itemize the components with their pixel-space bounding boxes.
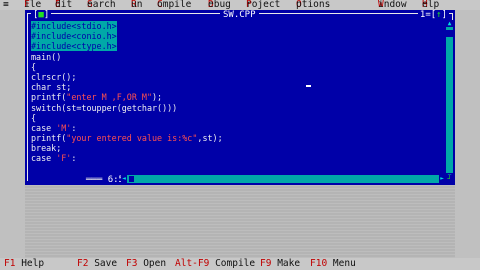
- code-line[interactable]: case 'M':: [31, 123, 441, 133]
- code-line-text: break;: [31, 143, 62, 154]
- menu-run-label: un: [131, 0, 143, 10]
- fkey-menu-label: Menu: [332, 258, 356, 269]
- menu-help-label: elp: [422, 0, 440, 10]
- code-line[interactable]: clrscr();: [31, 72, 441, 82]
- code-token: printf(: [31, 133, 67, 144]
- fkey-make-label: Make: [277, 258, 301, 269]
- code-line-text: main(): [31, 51, 62, 62]
- vertical-scrollbar[interactable]: ▲ ▼: [446, 20, 453, 180]
- fkey-save-label: Save: [94, 258, 118, 269]
- code-line[interactable]: {: [31, 113, 441, 123]
- fkey-save-key: F2: [77, 258, 89, 269]
- vertical-scroll-thumb[interactable]: [446, 30, 453, 37]
- code-line-text: clrscr();: [31, 71, 77, 82]
- code-token: printf(: [31, 92, 67, 103]
- code-line[interactable]: #include<ctype.h>: [31, 41, 441, 52]
- code-line-text: switch(st=toupper(getchar())): [31, 102, 178, 113]
- fkey-menu-key: F10: [310, 258, 328, 269]
- system-menu[interactable]: ≡: [3, 0, 9, 10]
- string-literal: 'F': [56, 153, 72, 164]
- fkey-help-label: Help: [21, 258, 45, 269]
- code-line-text: {: [31, 61, 37, 72]
- window-title-bar[interactable]: [■] SW.CPP 1=[↑]: [25, 10, 455, 20]
- code-line[interactable]: case 'F':: [31, 153, 441, 163]
- horizontal-scroll-thumb[interactable]: [129, 176, 134, 182]
- fkey-save[interactable]: F2 Save: [77, 258, 117, 270]
- string-literal: 'M': [56, 122, 72, 133]
- code-line-text: {: [31, 112, 37, 123]
- fkey-make[interactable]: F9 Make: [260, 258, 300, 270]
- fkey-make-key: F9: [260, 258, 272, 269]
- code-token: :: [71, 153, 77, 164]
- code-line[interactable]: switch(st=toupper(getchar())): [31, 103, 441, 113]
- fkey-compile-label: Compile: [215, 258, 256, 269]
- desktop-background: [25, 185, 455, 258]
- menu-window-label: indow: [378, 0, 407, 10]
- scroll-left-icon[interactable]: ◄: [121, 175, 127, 183]
- fkey-open[interactable]: F3 Open: [126, 258, 166, 270]
- string-literal: "enter M ,F,OR M": [66, 92, 153, 103]
- fkey-menu[interactable]: F10 Menu: [310, 258, 356, 270]
- resize-corner-icon[interactable]: ┘: [446, 175, 453, 183]
- close-bracket-right: ]: [43, 10, 50, 20]
- code-line[interactable]: break;: [31, 143, 441, 153]
- code-line-text: #include<conio.h>: [31, 31, 117, 42]
- code-line[interactable]: printf("your entered value is:%c",st);: [31, 133, 441, 143]
- code-line-text: case 'M':: [31, 123, 76, 133]
- function-key-bar: F1 Help F2 Save F3 Open Alt-F9 Compile F…: [0, 258, 480, 270]
- code-line-text: printf("enter M ,F,OR M");: [31, 92, 162, 102]
- menu-debug-label: ebug: [208, 0, 231, 10]
- code-line-text: char st;: [31, 82, 72, 93]
- menu-options-label: ptions: [296, 0, 331, 10]
- string-literal: "your entered value is:%c": [66, 133, 198, 144]
- code-line[interactable]: #include<stdio.h>: [31, 21, 441, 31]
- text-cursor: [306, 85, 311, 87]
- fkey-help[interactable]: F1 Help: [4, 258, 44, 270]
- code-line[interactable]: char st;: [31, 82, 441, 92]
- menu-search-label: earch: [87, 0, 116, 10]
- status-deco-left: ═══: [86, 175, 103, 185]
- menu-file-label: ile: [24, 0, 42, 10]
- zoom-bracket-right: ]: [441, 10, 447, 20]
- code-area[interactable]: #include<stdio.h> #include<conio.h> #inclu…: [31, 21, 441, 164]
- code-line[interactable]: main(): [31, 52, 441, 62]
- code-token: case: [31, 153, 57, 164]
- menu-bar: ≡ File Edit Search Run Compile Debug Pro…: [0, 0, 480, 10]
- code-line-text: printf("your entered value is:%c",st);: [31, 133, 223, 143]
- code-line[interactable]: #include<conio.h>: [31, 31, 441, 42]
- code-token: );: [152, 92, 163, 103]
- fkey-open-label: Open: [143, 258, 167, 269]
- turbo-cpp-ide: ≡ File Edit Search Run Compile Debug Pro…: [0, 0, 480, 270]
- fkey-compile-key: Alt-F9: [175, 258, 210, 269]
- code-line[interactable]: printf("enter M ,F,OR M");: [31, 92, 441, 102]
- menu-project-label: roject: [246, 0, 281, 10]
- fkey-compile[interactable]: Alt-F9 Compile: [175, 258, 255, 270]
- scroll-up-icon[interactable]: ▲: [446, 20, 453, 27]
- editor-window[interactable]: [■] SW.CPP 1=[↑] #include<stdio.h> #inclu…: [25, 10, 455, 185]
- zoom-bracket-left: =[: [425, 10, 437, 20]
- code-line-text: #include<ctype.h>: [31, 41, 117, 52]
- menu-compile-label: ompile: [157, 0, 192, 10]
- scroll-right-icon[interactable]: ►: [439, 175, 445, 183]
- fkey-help-key: F1: [4, 258, 16, 269]
- code-token: :: [71, 122, 77, 133]
- code-line-text: #include<stdio.h>: [31, 21, 117, 31]
- code-line[interactable]: {: [31, 62, 441, 72]
- code-token: case: [31, 122, 57, 133]
- close-button[interactable]: [■]: [31, 10, 52, 20]
- window-number-zoom[interactable]: 1=[↑]: [417, 10, 449, 20]
- window-title: SW.CPP: [220, 10, 259, 20]
- horizontal-scrollbar[interactable]: ◄ ►: [121, 175, 445, 183]
- menu-edit-label: dit: [55, 0, 73, 10]
- code-token: ,st);: [197, 133, 223, 144]
- fkey-open-key: F3: [126, 258, 138, 269]
- code-line-text: case 'F':: [31, 153, 76, 163]
